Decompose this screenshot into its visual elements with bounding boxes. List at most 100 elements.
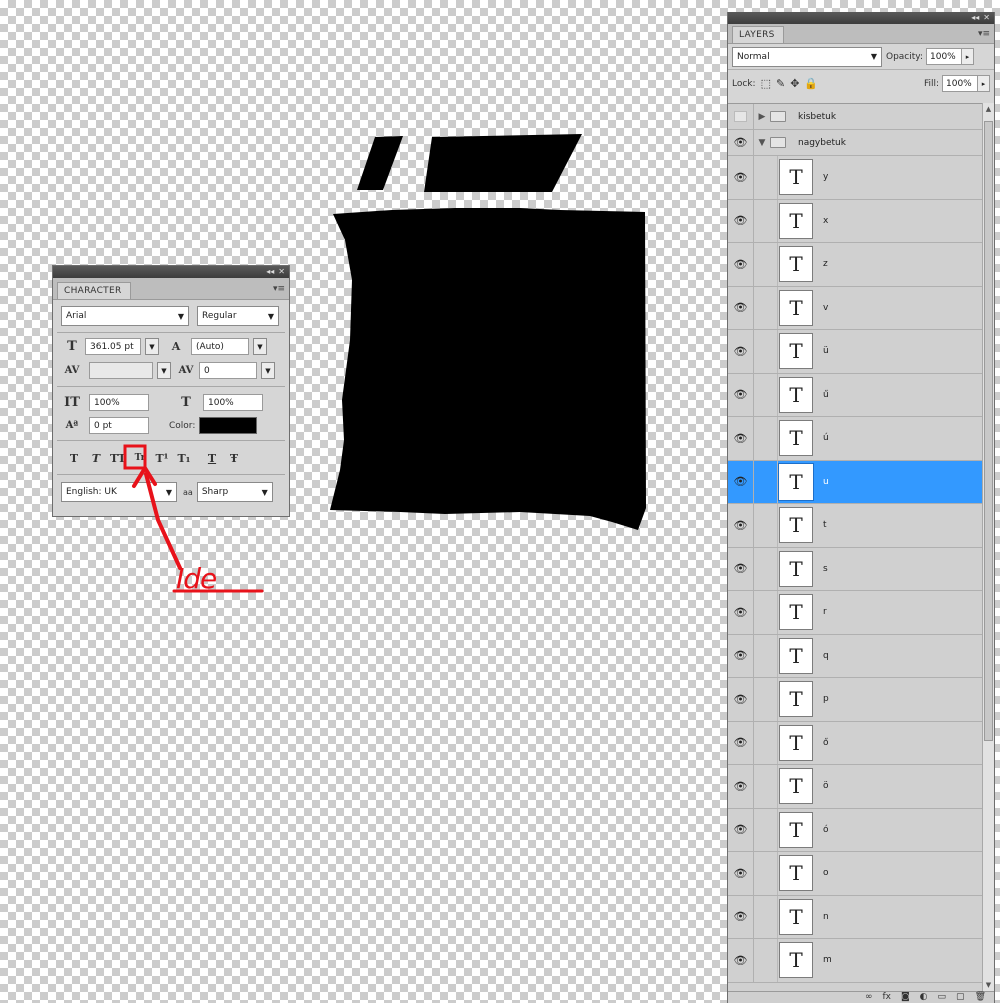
font-style-select[interactable]: Regular ▼	[197, 306, 279, 326]
text-layer-thumbnail[interactable]: T	[779, 855, 813, 892]
panel-menu-icon[interactable]: ▾≡	[978, 29, 990, 39]
layer-row[interactable]: 👁 Tu	[728, 460, 983, 504]
kerning-field[interactable]	[89, 362, 153, 379]
subscript-button[interactable]: T₁	[173, 449, 195, 467]
layer-mask-icon[interactable]: ◙	[901, 992, 910, 1003]
new-group-icon[interactable]: ▭	[938, 992, 947, 1003]
tracking-field[interactable]: 0	[199, 362, 257, 379]
layers-scrollbar[interactable]: ▲ ▼	[982, 103, 994, 991]
link-layers-icon[interactable]: ∞	[865, 992, 873, 1003]
visibility-toggle[interactable]: 👁	[728, 852, 754, 895]
lock-image-icon[interactable]: ✎	[776, 77, 785, 90]
collapse-triangle-icon[interactable]: ▼	[754, 138, 770, 148]
text-layer-thumbnail[interactable]: T	[779, 202, 813, 239]
layer-row[interactable]: 👁 Tö	[728, 765, 983, 809]
vertical-scale-field[interactable]: 100%	[89, 394, 149, 411]
layer-group-kisbetuk[interactable]: ▶ kisbetuk	[728, 104, 983, 130]
close-icon[interactable]: ✕	[278, 266, 285, 278]
tab-layers[interactable]: LAYERS	[732, 26, 784, 43]
layer-row[interactable]: 👁 Ts	[728, 547, 983, 591]
text-layer-thumbnail[interactable]: T	[779, 376, 813, 413]
tab-character[interactable]: CHARACTER	[57, 282, 131, 299]
scroll-down-icon[interactable]: ▼	[983, 979, 994, 991]
faux-italic-button[interactable]: T	[85, 449, 107, 467]
layer-row[interactable]: 👁 Tó	[728, 808, 983, 852]
text-layer-thumbnail[interactable]: T	[779, 289, 813, 326]
visibility-toggle[interactable]: 👁	[728, 547, 754, 590]
font-size-field[interactable]: 361.05 pt	[85, 338, 141, 355]
layer-row[interactable]: 👁 Tt	[728, 504, 983, 548]
visibility-toggle[interactable]: 👁	[728, 721, 754, 764]
fill-slider-button[interactable]: ▸	[978, 75, 990, 92]
text-layer-thumbnail[interactable]: T	[779, 159, 813, 196]
lock-all-icon[interactable]: 🔒	[804, 77, 818, 90]
text-layer-thumbnail[interactable]: T	[779, 942, 813, 979]
visibility-toggle[interactable]: 👁	[728, 330, 754, 373]
text-layer-thumbnail[interactable]: T	[779, 768, 813, 805]
layer-row[interactable]: 👁 Tő	[728, 721, 983, 765]
layer-row[interactable]: 👁 Tv	[728, 286, 983, 330]
visibility-toggle[interactable]	[728, 104, 754, 129]
underline-button[interactable]: T	[201, 449, 223, 467]
fill-field[interactable]: 100%	[942, 75, 978, 92]
visibility-toggle[interactable]: 👁	[728, 765, 754, 808]
layer-row[interactable]: 👁 Tq	[728, 634, 983, 678]
layer-row[interactable]: 👁 To	[728, 852, 983, 896]
text-layer-thumbnail[interactable]: T	[779, 550, 813, 587]
baseline-shift-field[interactable]: 0 pt	[89, 417, 149, 434]
faux-bold-button[interactable]: T	[63, 449, 85, 467]
new-layer-icon[interactable]: ▢	[956, 992, 965, 1003]
layer-row[interactable]: 👁 Tú	[728, 417, 983, 461]
small-caps-button[interactable]: Tr	[129, 449, 151, 467]
visibility-toggle[interactable]: 👁	[728, 373, 754, 416]
layer-row[interactable]: 👁 Tm	[728, 939, 983, 983]
opacity-field[interactable]: 100%	[926, 48, 962, 65]
antialias-select[interactable]: Sharp ▼	[196, 482, 273, 502]
tracking-dropdown[interactable]: ▼	[261, 362, 275, 379]
visibility-toggle[interactable]: 👁	[728, 634, 754, 677]
visibility-toggle[interactable]: 👁	[728, 460, 754, 503]
visibility-toggle[interactable]: 👁	[728, 808, 754, 851]
visibility-toggle[interactable]: 👁	[728, 286, 754, 329]
visibility-toggle[interactable]: 👁	[728, 417, 754, 460]
layer-row[interactable]: 👁 Ty	[728, 156, 983, 200]
expand-triangle-icon[interactable]: ▶	[754, 112, 770, 122]
layer-row[interactable]: 👁 Tr	[728, 591, 983, 635]
adjustment-layer-icon[interactable]: ◐	[920, 992, 928, 1003]
text-layer-thumbnail[interactable]: T	[779, 507, 813, 544]
text-layer-thumbnail[interactable]: T	[779, 811, 813, 848]
lock-position-icon[interactable]: ✥	[790, 77, 799, 90]
text-layer-thumbnail[interactable]: T	[779, 637, 813, 674]
layer-row[interactable]: 👁 Tp	[728, 678, 983, 722]
visibility-toggle[interactable]: 👁	[728, 504, 754, 547]
text-layer-thumbnail[interactable]: T	[779, 724, 813, 761]
strikethrough-button[interactable]: Ŧ	[223, 449, 245, 467]
superscript-button[interactable]: T¹	[151, 449, 173, 467]
layer-row[interactable]: 👁 Tz	[728, 243, 983, 287]
close-icon[interactable]: ✕	[983, 12, 990, 24]
leading-field[interactable]: (Auto)	[191, 338, 249, 355]
visibility-toggle[interactable]: 👁	[728, 939, 754, 982]
text-layer-thumbnail[interactable]: T	[779, 246, 813, 283]
layer-row[interactable]: 👁 Tű	[728, 373, 983, 417]
visibility-toggle[interactable]: 👁	[728, 156, 754, 199]
text-layer-thumbnail[interactable]: T	[779, 420, 813, 457]
visibility-toggle[interactable]: 👁	[728, 678, 754, 721]
collapse-icon[interactable]: ◂◂	[266, 266, 274, 278]
layer-style-icon[interactable]: fx	[882, 992, 891, 1003]
all-caps-button[interactable]: TT	[107, 449, 129, 467]
text-layer-thumbnail[interactable]: T	[779, 898, 813, 935]
scroll-thumb[interactable]	[984, 121, 993, 741]
opacity-slider-button[interactable]: ▸	[962, 48, 974, 65]
leading-dropdown[interactable]: ▼	[253, 338, 267, 355]
layer-group-nagybetuk[interactable]: 👁 ▼ nagybetuk	[728, 130, 983, 156]
collapse-icon[interactable]: ◂◂	[971, 12, 979, 24]
text-layer-thumbnail[interactable]: T	[779, 681, 813, 718]
scroll-up-icon[interactable]: ▲	[983, 103, 994, 115]
font-family-select[interactable]: Arial ▼	[61, 306, 189, 326]
text-layer-thumbnail[interactable]: T	[778, 462, 814, 501]
visibility-toggle[interactable]: 👁	[728, 591, 754, 634]
visibility-toggle[interactable]: 👁	[728, 130, 754, 155]
delete-layer-icon[interactable]: 🗑	[975, 992, 986, 1003]
blend-mode-select[interactable]: Normal ▼	[732, 46, 882, 67]
